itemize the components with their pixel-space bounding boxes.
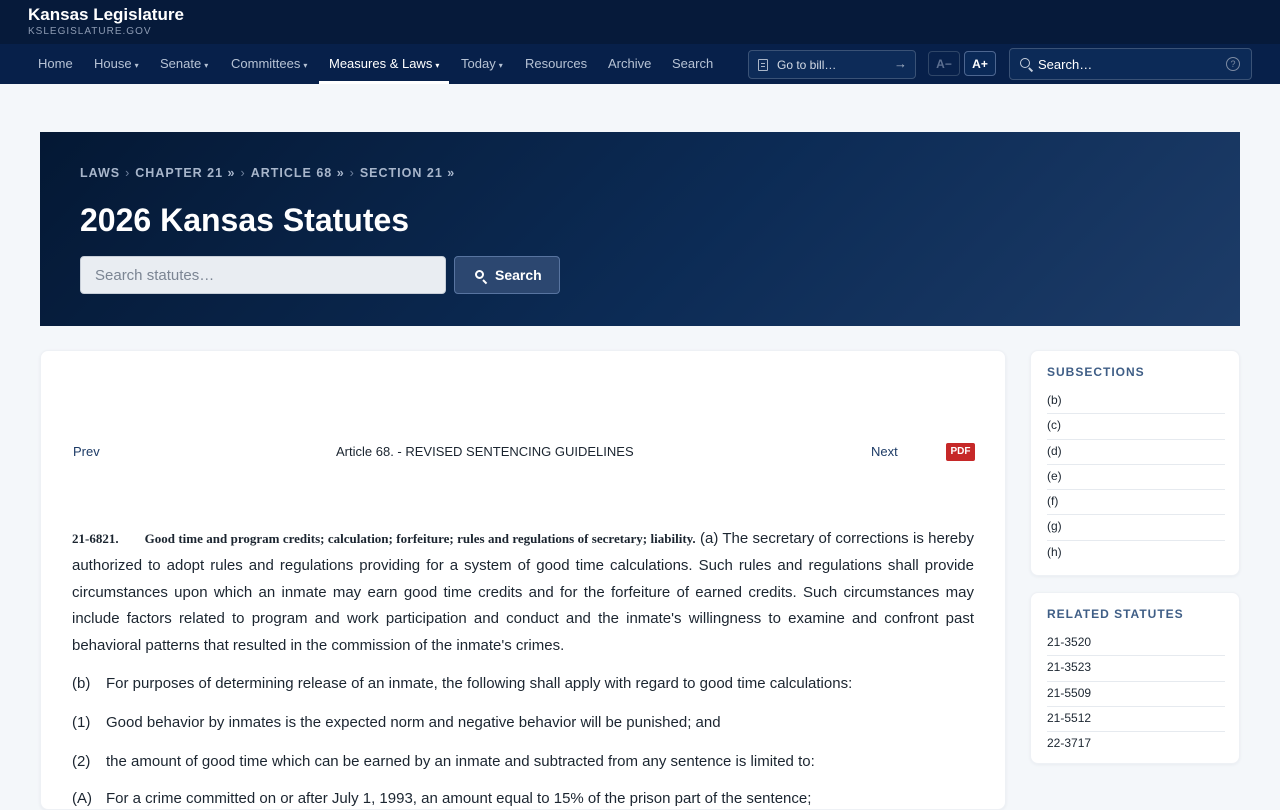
statute-search-button[interactable]: Search	[454, 256, 560, 294]
breadcrumb-separator: ›	[240, 166, 246, 180]
nav-house[interactable]: House ▾	[94, 44, 139, 84]
nav-search-label: Search	[672, 56, 714, 71]
related-statutes-title: RELATED STATUTES	[1047, 607, 1184, 621]
chevron-down-icon: ▾	[435, 61, 440, 70]
breadcrumb-section[interactable]: SECTION 21 »	[360, 166, 455, 180]
paragraph-mark: (1)	[72, 714, 91, 731]
site-search-input[interactable]: Search… ?	[1009, 48, 1252, 80]
site-domain: KSLEGISLATURE.GOV	[28, 26, 152, 37]
subsection-link[interactable]: (e)	[1047, 465, 1225, 491]
site-header: Kansas Legislature KSLEGISLATURE.GOV	[0, 0, 1280, 44]
statute-search-button-label: Search	[495, 267, 542, 283]
go-to-bill-placeholder: Go to bill…	[777, 58, 837, 72]
chevron-down-icon: ▾	[498, 61, 503, 70]
page-title: 2026 Kansas Statutes	[80, 202, 410, 238]
statute-paragraph: (A) For a crime committed on or after Jul…	[72, 790, 974, 807]
article-title: Article 68. - REVISED SENTENCING GUIDELI…	[336, 444, 634, 459]
nav-committees[interactable]: Committees ▾	[231, 44, 307, 84]
section-heading: Good time and program credits; calculati…	[144, 531, 696, 546]
nav-today-label: Today	[461, 56, 496, 71]
paragraph-text: For a crime committed on or after July 1…	[106, 790, 812, 807]
subsections-title: SUBSECTIONS	[1047, 365, 1145, 379]
nav-senate[interactable]: Senate ▾	[160, 44, 208, 84]
statute-search-input[interactable]	[80, 256, 446, 294]
pdf-download-button[interactable]: PDF	[946, 443, 975, 461]
subsection-link[interactable]: (g)	[1047, 515, 1225, 541]
nav-house-label: House	[94, 56, 132, 71]
related-statute-link[interactable]: 21-3523	[1047, 656, 1225, 682]
subsections-panel: SUBSECTIONS (b) (c) (d) (e) (f) (g) (h)	[1030, 350, 1240, 576]
nav-measures-laws[interactable]: Measures & Laws ▾	[318, 44, 450, 84]
nav-home[interactable]: Home	[38, 44, 73, 84]
statute-paragraph: (b) For purposes of determining release o…	[72, 675, 974, 692]
nav-archive-label: Archive	[608, 56, 652, 71]
subsection-link[interactable]: (b)	[1047, 389, 1225, 415]
nav-today[interactable]: Today ▾	[461, 44, 503, 84]
breadcrumb-chapter[interactable]: CHAPTER 21 »	[135, 166, 235, 180]
site-brand[interactable]: Kansas Legislature KSLEGISLATURE.GOV	[28, 6, 184, 38]
nav-committees-label: Committees	[231, 56, 301, 71]
subsection-link[interactable]: (f)	[1047, 490, 1225, 516]
site-search-placeholder: Search…	[1038, 57, 1093, 72]
statute-section-a: 21-6821. Good time and program credits; c…	[72, 526, 974, 660]
arrow-right-icon[interactable]: →	[894, 56, 907, 71]
decrease-font-button[interactable]: A−	[928, 51, 960, 76]
paragraph-mark: (b)	[72, 675, 91, 692]
paragraph-text: the amount of good time which can be ear…	[106, 753, 815, 770]
related-statutes-list: 21-3520 21-3523 21-5509 21-5512 22-3717	[1047, 631, 1225, 757]
document-icon	[758, 59, 768, 71]
nav-resources-label: Resources	[525, 56, 588, 71]
go-to-bill-input[interactable]: Go to bill… →	[748, 50, 916, 79]
nav-home-label: Home	[38, 56, 73, 71]
paragraph-mark: (2)	[72, 753, 91, 770]
breadcrumb-separator: ›	[349, 166, 355, 180]
paragraph-mark: (A)	[72, 790, 92, 807]
nav-search[interactable]: Search	[672, 44, 713, 84]
increase-font-button[interactable]: A+	[964, 51, 996, 76]
search-icon	[1020, 58, 1030, 68]
prev-link[interactable]: Prev	[73, 444, 100, 459]
related-statutes-panel: RELATED STATUTES 21-3520 21-3523 21-5509…	[1030, 592, 1240, 764]
related-statute-link[interactable]: 21-5512	[1047, 707, 1225, 733]
related-statute-link[interactable]: 21-5509	[1047, 682, 1225, 707]
paragraph-text: Good behavior by inmates is the expected…	[106, 714, 721, 731]
subsection-link[interactable]: (h)	[1047, 541, 1225, 566]
subsections-list: (b) (c) (d) (e) (f) (g) (h)	[1047, 389, 1225, 566]
nav-archive[interactable]: Archive	[608, 44, 651, 84]
chevron-down-icon: ▾	[204, 61, 209, 70]
chevron-down-icon: ▾	[134, 61, 139, 70]
section-text-a: (a) The secretary of corrections is here…	[72, 530, 974, 655]
subsection-link[interactable]: (c)	[1047, 414, 1225, 440]
paragraph-text: For purposes of determining release of a…	[106, 675, 853, 692]
breadcrumb: LAWS › CHAPTER 21 » › ARTICLE 68 » › SECTION 2…	[80, 166, 455, 180]
nav-resources[interactable]: Resources	[525, 44, 587, 84]
site-title[interactable]: Kansas Legislature	[28, 6, 184, 24]
breadcrumb-separator: ›	[125, 166, 131, 180]
search-icon	[475, 270, 484, 279]
next-link[interactable]: Next	[871, 444, 898, 459]
chevron-down-icon: ▾	[303, 61, 308, 70]
related-statute-link[interactable]: 22-3717	[1047, 732, 1225, 757]
statute-paragraph: (2) the amount of good time which can be …	[72, 753, 974, 770]
help-icon[interactable]: ?	[1226, 57, 1240, 71]
breadcrumb-laws[interactable]: LAWS	[80, 166, 120, 180]
breadcrumb-article[interactable]: ARTICLE 68 »	[251, 166, 345, 180]
section-number: 21-6821.	[72, 531, 119, 546]
subsection-link[interactable]: (d)	[1047, 440, 1225, 465]
statute-paragraph: (1) Good behavior by inmates is the expec…	[72, 714, 974, 731]
statutes-hero: LAWS › CHAPTER 21 » › ARTICLE 68 » › SECTION 2…	[40, 132, 1240, 326]
nav-measures-laws-label: Measures & Laws	[329, 56, 433, 71]
related-statute-link[interactable]: 21-3520	[1047, 631, 1225, 657]
nav-senate-label: Senate	[160, 56, 202, 71]
